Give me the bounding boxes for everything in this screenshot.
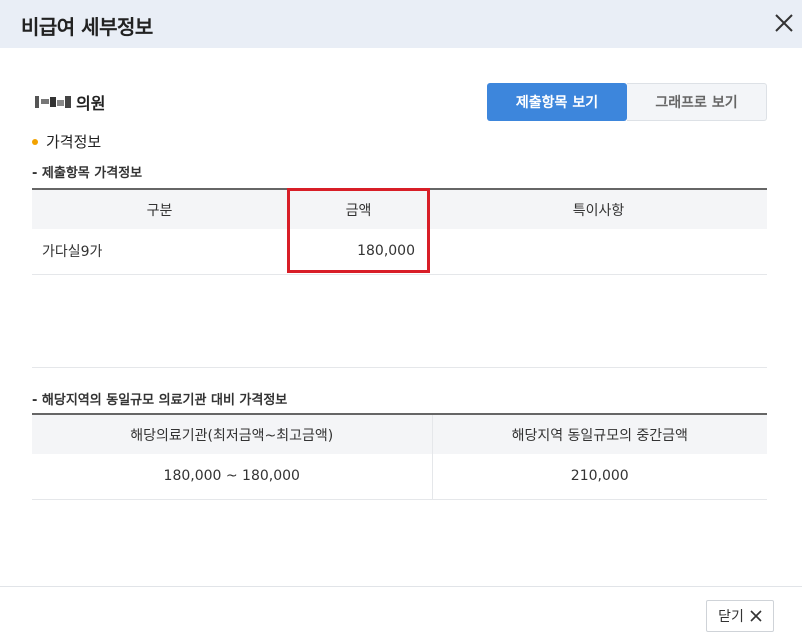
submitted-price-table: 구분 금액 특이사항 가다실9가 180,000 <box>32 188 767 275</box>
column-header-category: 구분 <box>32 189 287 229</box>
close-button-label: 닫기 <box>718 609 744 625</box>
price-info-heading: 가격정보 <box>32 131 101 152</box>
footer-divider <box>0 586 802 587</box>
section-divider <box>32 367 767 368</box>
clinic-name-row: 의원 <box>34 90 105 114</box>
close-icon <box>750 610 762 622</box>
column-header-median: 해당지역 동일규모의 중간금액 <box>432 414 767 454</box>
column-header-range: 해당의료기관(최저금액~최고금액) <box>32 414 433 454</box>
cell-note <box>430 229 767 275</box>
price-info-label: 가격정보 <box>46 133 102 151</box>
cell-range: 180,000 ~ 180,000 <box>32 454 433 500</box>
submitted-price-subtitle: - 제출항목 가격정보 <box>32 166 143 181</box>
graph-view-tab[interactable]: 그래프로 보기 <box>627 83 767 121</box>
table-header-row: 해당의료기관(최저금액~최고금액) 해당지역 동일규모의 중간금액 <box>32 414 767 454</box>
close-icon[interactable] <box>772 11 796 35</box>
regional-price-table: 해당의료기관(최저금액~최고금액) 해당지역 동일규모의 중간금액 180,00… <box>32 413 767 500</box>
close-button[interactable]: 닫기 <box>706 600 774 632</box>
cell-category: 가다실9가 <box>32 229 287 275</box>
clinic-name: 의원 <box>76 94 106 113</box>
cell-amount: 180,000 <box>287 229 430 275</box>
column-header-amount: 금액 <box>287 189 430 229</box>
table-row: 180,000 ~ 180,000 210,000 <box>32 454 767 500</box>
dialog-title: 비급여 세부정보 <box>21 15 153 39</box>
submit-items-tab[interactable]: 제출항목 보기 <box>487 83 627 121</box>
column-header-note: 특이사항 <box>430 189 767 229</box>
table-row: 가다실9가 180,000 <box>32 229 767 275</box>
regional-price-subtitle: - 해당지역의 동일규모 의료기관 대비 가격정보 <box>32 393 288 408</box>
masked-clinic-name <box>34 94 74 110</box>
bullet-dot-icon <box>32 138 38 145</box>
cell-median: 210,000 <box>432 454 767 500</box>
dialog-header: 비급여 세부정보 <box>0 0 802 48</box>
table-header-row: 구분 금액 특이사항 <box>32 189 767 229</box>
